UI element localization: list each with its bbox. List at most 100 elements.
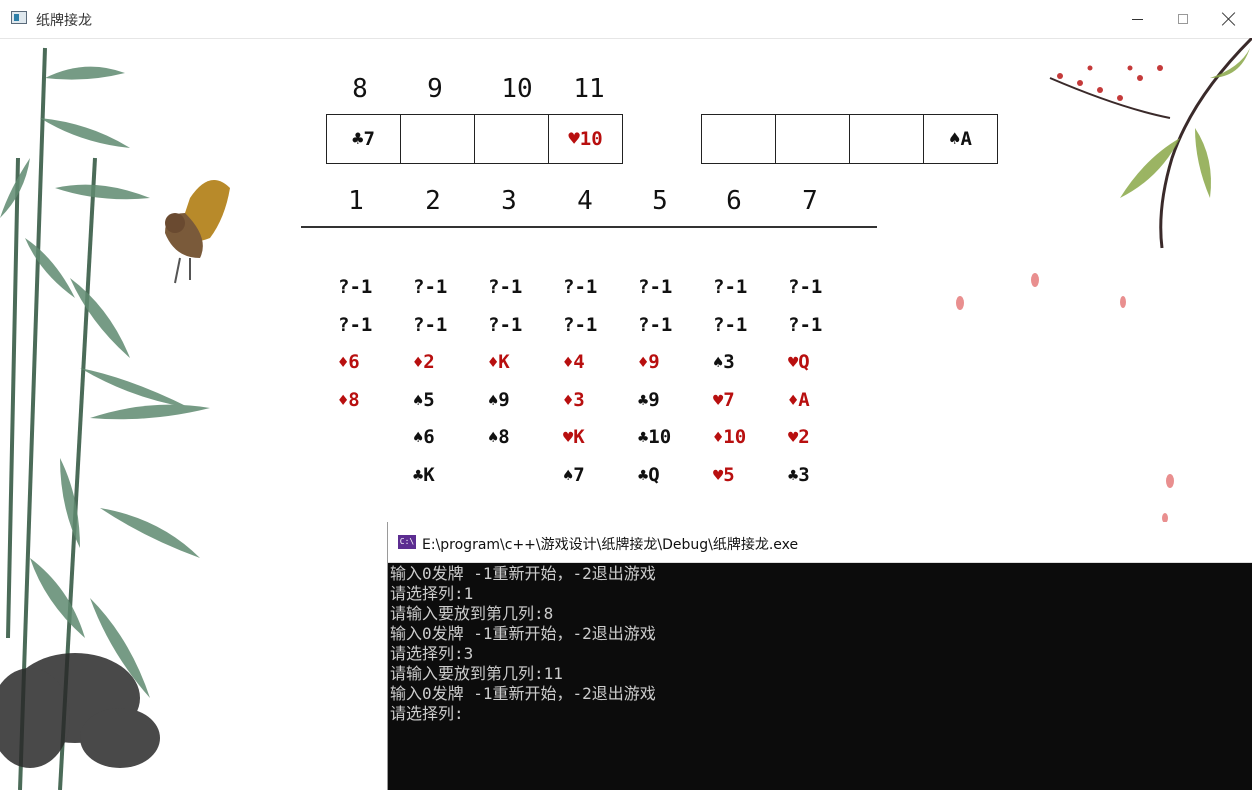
card[interactable]: ♣K [413,464,435,486]
column-label-6: 6 [726,186,742,216]
close-button[interactable] [1206,0,1252,38]
card-rank: 10 [723,426,747,449]
card-rank: ?-1 [638,313,673,336]
hidden-card[interactable]: ?-1 [413,314,447,336]
foundation-cell-4[interactable]: ♠ A [923,114,998,164]
foundation-cell-2[interactable] [775,114,850,164]
card[interactable]: ♣10 [638,426,671,448]
card[interactable]: ♥K [563,426,585,448]
card-rank: K [498,351,510,374]
card[interactable]: ♥2 [788,426,810,448]
hidden-card[interactable]: ?-1 [788,276,822,298]
card-rank: 3 [798,464,810,486]
console-input-line[interactable]: 请选择列: [390,704,1252,724]
card[interactable]: ♥7 [713,389,735,411]
card-suit: ♣ [352,128,364,150]
card-rank: Q [798,351,810,374]
card-rank: ?-1 [713,276,748,298]
card-rank: 2 [423,351,435,374]
free-cell-label-10: 10 [501,74,533,104]
console-window[interactable]: C:\ E:\program\c++\游戏设计\纸牌接龙\Debug\纸牌接龙.… [387,522,1252,790]
hidden-card[interactable]: ?-1 [488,276,522,298]
card-rank: ?-1 [638,276,673,298]
card[interactable]: ♠5 [413,389,435,411]
console-app-icon: C:\ [398,535,416,549]
hidden-card[interactable]: ?-1 [563,276,597,298]
card-rank: ?-1 [413,313,448,336]
hidden-card[interactable]: ?-1 [788,314,822,336]
bamboo-decoration [0,47,210,790]
card[interactable]: ♠7 [563,464,585,486]
card-rank: 7 [363,128,375,150]
foundation-cell-1[interactable] [701,114,776,164]
card-suit: ♦ [338,353,349,374]
card-rank: 6 [423,426,435,449]
column-label-1: 1 [348,186,364,216]
card-suit: ♦ [563,353,574,374]
card[interactable]: ♦6 [338,351,360,373]
free-cell-8[interactable]: ♣ 7 [326,114,401,164]
card[interactable]: ♠6 [413,426,435,448]
console-output[interactable]: 输入0发牌 -1重新开始，-2退出游戏 请选择列:1 请输入要放到第几列:8 输… [388,563,1252,724]
card[interactable]: ♦8 [338,389,360,411]
card-rank: 9 [648,388,660,411]
free-cell-label-8: 8 [352,74,368,104]
card-suit: ♥ [713,390,724,411]
card-suit: ♣ [638,428,649,449]
hidden-card[interactable]: ?-1 [338,276,372,298]
card[interactable]: ♦4 [563,351,585,373]
card-suit: ♥ [713,466,724,486]
card-rank: 5 [723,464,735,486]
free-cells: ♣ 7 ♥ 10 [326,114,623,164]
card[interactable]: ♣9 [638,389,660,411]
free-cell-label-11: 11 [573,74,605,104]
card[interactable]: ♦10 [713,426,746,448]
maximize-button[interactable] [1160,0,1206,38]
hidden-card[interactable]: ?-1 [413,276,447,298]
card-suit: ♥ [788,353,799,374]
hidden-card[interactable]: ?-1 [638,314,672,336]
hidden-card[interactable]: ?-1 [338,314,372,336]
card[interactable]: ♠3 [713,351,735,373]
console-line: 请选择列:3 [390,644,474,663]
free-cell-9[interactable] [400,114,475,164]
minimize-button[interactable] [1114,0,1160,38]
card-rank: K [573,426,585,449]
card-rank: 8 [348,388,360,411]
card[interactable]: ♥Q [788,351,810,373]
column-label-7: 7 [802,186,818,216]
card[interactable]: ♦A [788,389,810,411]
card[interactable]: ♠9 [488,389,510,411]
petals-decoration [956,273,1174,544]
card-rank: 2 [798,426,810,449]
hidden-card[interactable]: ?-1 [638,276,672,298]
minimize-icon [1131,18,1143,20]
window-title: 纸牌接龙 [36,13,92,29]
console-line: 输入0发牌 -1重新开始，-2退出游戏 [390,624,656,643]
hidden-card[interactable]: ?-1 [713,276,747,298]
card[interactable]: ♦9 [638,351,660,373]
card[interactable]: ♦K [488,351,510,373]
hidden-card[interactable]: ?-1 [488,314,522,336]
card-suit: ♣ [638,390,649,411]
free-cell-11[interactable]: ♥ 10 [548,114,623,164]
card[interactable]: ♦3 [563,389,585,411]
free-cell-10[interactable] [474,114,549,164]
hidden-card[interactable]: ?-1 [563,314,597,336]
card-suit: ♦ [638,353,649,374]
column-label-2: 2 [425,186,441,216]
console-line: 输入0发牌 -1重新开始，-2退出游戏 [390,684,656,703]
card[interactable]: ♣3 [788,464,810,486]
foundation-cell-3[interactable] [849,114,924,164]
card-rank: ?-1 [788,313,823,336]
card-suit: ♠ [413,428,424,449]
hidden-card[interactable]: ?-1 [713,314,747,336]
card-suit: ♠ [563,466,574,486]
card[interactable]: ♦2 [413,351,435,373]
title-bar: 纸牌接龙 [0,0,1252,39]
card[interactable]: ♠8 [488,426,510,448]
card-rank: 9 [648,351,660,374]
card[interactable]: ♣Q [638,464,660,486]
card-suit: ♦ [788,390,799,411]
card[interactable]: ♥5 [713,464,735,486]
